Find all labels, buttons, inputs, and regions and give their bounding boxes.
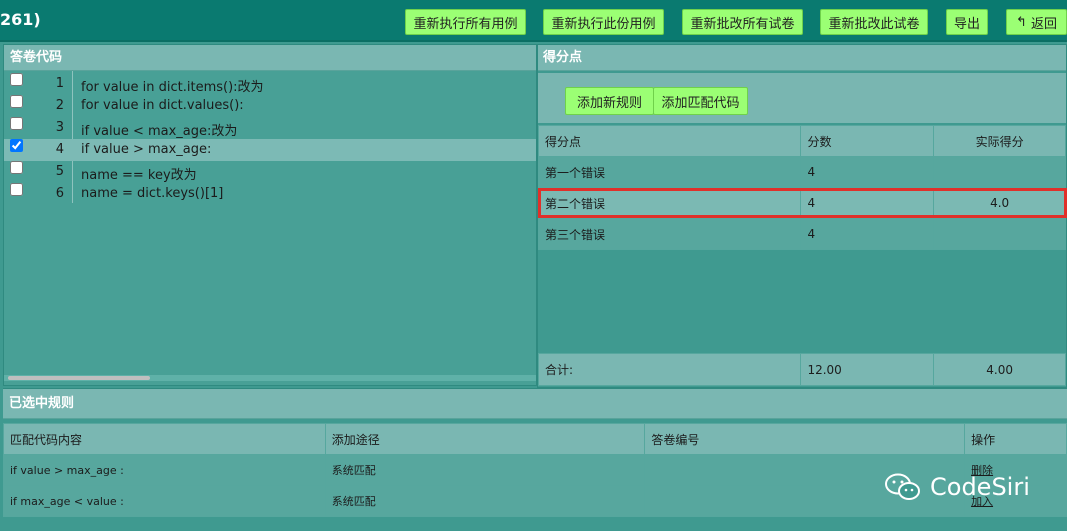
match-code-content: if value > max_age : <box>3 454 326 486</box>
line-code: if value < max_age:改为 <box>81 124 238 139</box>
horizontal-scrollbar[interactable] <box>4 375 536 381</box>
line-checkbox-4[interactable] <box>10 139 23 152</box>
column-header: 添加途径 <box>324 423 646 455</box>
page-title: 261) <box>0 10 41 29</box>
score-table: 得分点 分数 实际得分 第一个错误 4 第二个错误 4 4.0 第三个错误 4 <box>537 125 1066 250</box>
column-header: 分数 <box>800 125 935 157</box>
total-label: 合计: <box>537 353 802 386</box>
table-row[interactable]: 第三个错误 4 <box>537 218 1066 250</box>
scoring-panel: 得分点 添加新规则 添加匹配代码 得分点 分数 实际得分 第一个错误 4 第二个… <box>537 44 1067 388</box>
actual-score <box>933 218 1066 250</box>
line-code: for value in dict.values(): <box>81 98 244 113</box>
back-button-label: 返回 <box>1030 16 1057 32</box>
table-row[interactable]: 第一个错误 4 <box>537 156 1066 188</box>
line-checkbox-2[interactable] <box>10 95 23 108</box>
table-row[interactable]: 第二个错误 4 4.0 <box>537 187 1066 219</box>
top-toolbar: 261) 重新执行所有用例 重新执行此份用例 重新批改所有试卷 重新批改此试卷 … <box>0 0 1067 42</box>
answer-code-title: 答卷代码 <box>4 45 536 71</box>
code-line-4: 4 if value > max_age: <box>4 139 536 161</box>
line-checkbox-1[interactable] <box>10 73 23 86</box>
add-new-rule-button[interactable]: 添加新规则 <box>565 87 654 115</box>
line-code: if value > max_age: <box>81 142 212 157</box>
column-header: 匹配代码内容 <box>3 423 326 455</box>
code-line-3: 3 if value < max_age:改为 <box>4 117 536 139</box>
score-point-name: 第二个错误 <box>537 187 802 219</box>
add-source: 系统匹配 <box>324 454 646 486</box>
scrollbar-thumb[interactable] <box>8 376 150 380</box>
rule-actions-bar: 添加新规则 添加匹配代码 <box>538 73 1066 123</box>
line-number: 4 <box>55 142 64 157</box>
export-button[interactable]: 导出 <box>946 9 988 35</box>
wechat-icon <box>885 473 920 500</box>
score-value: 4 <box>800 187 935 219</box>
code-line-2: 2 for value in dict.values(): <box>4 95 536 117</box>
line-code: for value in dict.items():改为 <box>81 80 264 95</box>
answer-code-panel: 答卷代码 1 for value in dict.items():改为 2 fo… <box>3 44 537 386</box>
code-line-6: 6 name = dict.keys()[1] <box>4 183 536 205</box>
regrade-this-paper-button[interactable]: 重新批改此试卷 <box>820 9 928 35</box>
actual-score <box>933 156 1066 188</box>
actual-score: 4.0 <box>933 187 1066 219</box>
line-checkbox-3[interactable] <box>10 117 23 130</box>
column-header: 答卷编号 <box>644 423 966 455</box>
rerun-this-cases-button[interactable]: 重新执行此份用例 <box>543 9 664 35</box>
match-code-content: if max_age < value : <box>3 485 326 517</box>
column-header: 得分点 <box>537 125 802 157</box>
back-arrow-icon: ↰ <box>1016 14 1027 30</box>
score-table-header: 得分点 分数 实际得分 <box>537 125 1066 157</box>
column-header: 操作 <box>964 423 1067 455</box>
selected-rules-panel: 已选中规则 匹配代码内容 添加途径 答卷编号 操作 if value > max… <box>3 388 1067 531</box>
score-point-name: 第一个错误 <box>537 156 802 188</box>
line-checkbox-5[interactable] <box>10 161 23 174</box>
rerun-all-cases-button[interactable]: 重新执行所有用例 <box>405 9 526 35</box>
total-actual: 4.00 <box>933 353 1066 386</box>
total-score: 12.00 <box>800 353 935 386</box>
code-line-5: 5 name == key改为 <box>4 161 536 183</box>
score-value: 4 <box>800 156 935 188</box>
scoring-title: 得分点 <box>538 45 1066 71</box>
score-total-row: 合计: 12.00 4.00 <box>537 353 1066 386</box>
selected-rules-title: 已选中规则 <box>3 389 1067 419</box>
line-number: 2 <box>55 98 64 113</box>
line-code: name = dict.keys()[1] <box>81 186 224 201</box>
line-number: 1 <box>55 76 64 91</box>
column-header: 实际得分 <box>933 125 1066 157</box>
line-checkbox-6[interactable] <box>10 183 23 196</box>
watermark-text: CodeSiri <box>930 473 1030 501</box>
line-number: 6 <box>55 186 64 201</box>
line-number: 5 <box>55 164 64 179</box>
add-match-code-button[interactable]: 添加匹配代码 <box>653 87 748 115</box>
score-point-name: 第三个错误 <box>537 218 802 250</box>
code-line-1: 1 for value in dict.items():改为 <box>4 73 536 95</box>
regrade-all-papers-button[interactable]: 重新批改所有试卷 <box>682 9 803 35</box>
line-code: name == key改为 <box>81 168 197 183</box>
add-source: 系统匹配 <box>324 485 646 517</box>
line-number: 3 <box>55 120 64 135</box>
watermark: CodeSiri <box>884 470 1030 504</box>
code-editor: 1 for value in dict.items():改为 2 for val… <box>4 71 536 381</box>
back-button[interactable]: ↰ 返回 <box>1006 9 1067 35</box>
score-value: 4 <box>800 218 935 250</box>
rules-table-header: 匹配代码内容 添加途径 答卷编号 操作 <box>3 423 1067 455</box>
